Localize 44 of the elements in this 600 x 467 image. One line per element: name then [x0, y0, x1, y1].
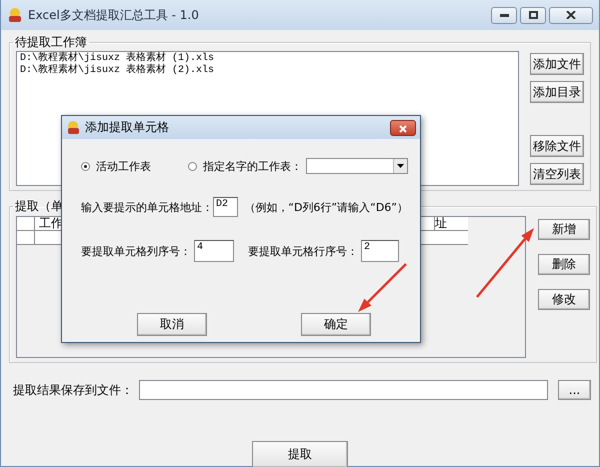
- save-label: 提取结果保存到文件：: [13, 382, 133, 398]
- browse-button[interactable]: ...: [558, 380, 591, 400]
- hint-text: （例如，“D列6行”请输入“D6”）: [244, 200, 408, 214]
- field-label: 输入要提示的单元格地址：: [81, 200, 213, 214]
- app-icon: [66, 120, 81, 135]
- dialog-title: 添加提取单元格: [85, 119, 170, 136]
- radio-button[interactable]: [188, 162, 198, 170]
- annotation-arrow: [358, 263, 407, 312]
- clear-list-button[interactable]: 清空列表: [530, 163, 584, 185]
- group-label: 提取（单: [14, 198, 64, 215]
- extract-button[interactable]: 提取: [252, 441, 348, 467]
- maximize-icon: [528, 11, 538, 19]
- window-title: Excel多文档提取汇总工具 - 1.0: [28, 6, 200, 24]
- remove-file-button[interactable]: 移除文件: [530, 135, 584, 157]
- output-file-field[interactable]: [139, 380, 548, 400]
- group-label: 待提取工作簿: [14, 34, 88, 51]
- add-button[interactable]: 新增: [538, 219, 590, 240]
- add-file-button[interactable]: 添加文件: [530, 53, 584, 75]
- annotation-arrow: [476, 228, 534, 298]
- app-icon: [7, 7, 23, 23]
- column-field[interactable]: 4: [194, 240, 234, 262]
- close-icon: [398, 124, 408, 132]
- cancel-button[interactable]: 取消: [137, 313, 207, 336]
- close-icon: [566, 11, 576, 19]
- sheet-dropdown[interactable]: [306, 158, 408, 174]
- file-list-item[interactable]: D:\教程素材\jisuxz 表格素材 (1).xls: [20, 53, 214, 65]
- field-label: 要提取单元格行序号：: [248, 244, 358, 258]
- maximize-button[interactable]: [520, 6, 546, 24]
- address-field[interactable]: D2: [213, 197, 238, 217]
- add-folder-button[interactable]: 添加目录: [530, 81, 584, 103]
- minimize-button[interactable]: [491, 6, 517, 24]
- radio-label: 活动工作表: [96, 158, 151, 174]
- delete-button[interactable]: 删除: [538, 254, 590, 275]
- ok-button[interactable]: 确定: [301, 313, 371, 336]
- edit-button[interactable]: 修改: [538, 289, 590, 310]
- dropdown-arrow-icon: [397, 164, 404, 168]
- file-list-item[interactable]: D:\教程素材\jisuxz 表格素材 (2).xls: [20, 65, 214, 77]
- radio-label: 指定名字的工作表：: [203, 158, 302, 174]
- close-button[interactable]: [549, 6, 593, 24]
- radio-button[interactable]: [81, 162, 90, 170]
- minimize-icon: [500, 14, 508, 16]
- close-button[interactable]: [390, 120, 416, 136]
- row-field[interactable]: 2: [361, 240, 399, 262]
- field-label: 要提取单元格列序号：: [81, 244, 191, 258]
